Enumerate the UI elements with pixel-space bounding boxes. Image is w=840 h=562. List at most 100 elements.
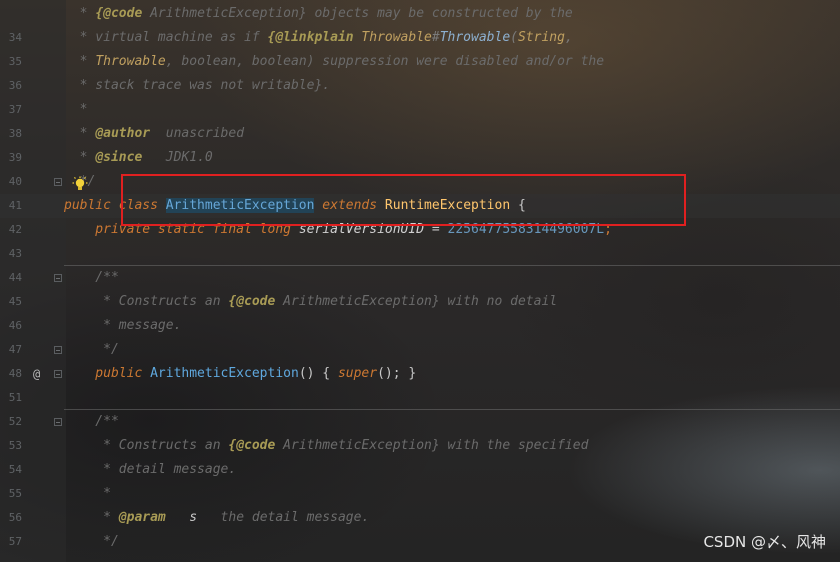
code-token: * <box>64 510 119 525</box>
code-text: * Throwable, boolean, boolean) suppressi… <box>64 50 604 74</box>
line-number: 45 <box>8 295 22 308</box>
code-text: * virtual machine as if {@linkplain Thro… <box>64 26 573 50</box>
code-token: public <box>64 366 151 381</box>
code-editor[interactable]: * {@code ArithmeticException} objects ma… <box>0 0 840 562</box>
line-number: 57 <box>8 535 22 548</box>
line-number: 38 <box>8 127 22 140</box>
code-token: # <box>431 30 440 45</box>
line-number: 35 <box>8 55 22 68</box>
line-number: 51 <box>8 391 22 404</box>
code-token: * Constructs an <box>64 294 229 309</box>
code-token: {@code <box>228 294 276 309</box>
line-number: 44 <box>8 271 22 284</box>
code-line[interactable]: 36 * stack trace was not writable}. <box>0 74 840 98</box>
line-number: 36 <box>8 79 22 92</box>
line-number: 55 <box>8 487 22 500</box>
code-token: serialVersionUID <box>298 222 425 237</box>
code-line[interactable]: 46 * message. <box>0 314 840 338</box>
line-number: 37 <box>8 103 22 116</box>
code-text: * message. <box>64 314 181 338</box>
code-token: @param <box>118 510 166 525</box>
code-line[interactable]: 55 * <box>0 482 840 506</box>
code-token: super <box>337 366 378 381</box>
code-line[interactable]: 40 */ <box>0 170 840 194</box>
code-line[interactable]: 39 * @since JDK1.0 <box>0 146 840 170</box>
line-number: 47 <box>8 343 22 356</box>
code-line[interactable]: 56 * @param s the detail message. <box>0 506 840 530</box>
code-token: ArithmeticException} with the specified <box>275 438 589 453</box>
watermark: CSDN @〆、风神 <box>703 533 826 551</box>
code-line[interactable]: 52 /** <box>0 410 840 434</box>
code-line[interactable]: 41 public class ArithmeticException exten… <box>0 194 840 218</box>
code-text: */ <box>64 338 119 362</box>
code-token: s <box>165 510 198 525</box>
line-number: 43 <box>8 247 22 260</box>
line-number: 52 <box>8 415 22 428</box>
code-line[interactable]: 38 * @author unascribed <box>0 122 840 146</box>
code-token: ArithmeticException} objects may be cons… <box>142 6 573 21</box>
code-token: * <box>64 126 96 141</box>
code-line[interactable]: 51 <box>0 386 840 410</box>
code-token: = <box>424 222 448 237</box>
line-number: 40 <box>8 175 22 188</box>
code-line[interactable]: 34 * virtual machine as if {@linkplain T… <box>0 26 840 50</box>
method-separator <box>64 409 840 410</box>
code-text: public ArithmeticException() { super(); … <box>64 362 416 386</box>
fold-toggle-icon[interactable] <box>54 418 62 426</box>
code-line[interactable]: 53 * Constructs an {@code ArithmeticExce… <box>0 434 840 458</box>
code-token: Throwable <box>95 54 166 69</box>
code-text: * Constructs an {@code ArithmeticExcepti… <box>64 434 588 458</box>
code-line[interactable]: * {@code ArithmeticException} objects ma… <box>0 2 840 26</box>
code-token: * <box>64 486 111 501</box>
fold-toggle-icon[interactable] <box>54 274 62 282</box>
fold-toggle-icon[interactable] <box>54 346 62 354</box>
code-line[interactable]: 43 <box>0 242 840 266</box>
code-line[interactable]: 37 * <box>0 98 840 122</box>
code-token: unascribed <box>150 126 245 141</box>
code-token: * virtual machine as if <box>64 30 268 45</box>
code-line[interactable]: 47 */ <box>0 338 840 362</box>
code-token: {@code <box>228 438 276 453</box>
code-token: /** <box>64 414 119 429</box>
code-token: * stack trace was not writable}. <box>64 78 331 93</box>
code-line[interactable]: 45 * Constructs an {@code ArithmeticExce… <box>0 290 840 314</box>
code-line[interactable]: 35 * Throwable, boolean, boolean) suppre… <box>0 50 840 74</box>
code-line[interactable]: 42 private static final long serialVersi… <box>0 218 840 242</box>
code-token: */ <box>64 534 119 549</box>
fold-toggle-icon[interactable] <box>54 370 62 378</box>
code-text: * @author unascribed <box>64 122 244 146</box>
code-line[interactable]: 44 /** <box>0 266 840 290</box>
code-line[interactable]: 48 public ArithmeticException() { super(… <box>0 362 840 386</box>
lightbulb-icon[interactable] <box>72 176 88 192</box>
code-text: * detail message. <box>64 458 236 482</box>
code-token: */ <box>64 342 119 357</box>
override-gutter-icon[interactable]: @ <box>33 362 40 386</box>
code-token: private static final long <box>64 222 299 237</box>
code-token: Throwable <box>439 30 511 45</box>
code-text: * {@code ArithmeticException} objects ma… <box>64 2 573 26</box>
code-token: @author <box>95 126 151 141</box>
code-text: * Constructs an {@code ArithmeticExcepti… <box>64 290 557 314</box>
code-token: public class <box>64 198 166 213</box>
line-number: 41 <box>8 199 22 212</box>
code-text: * <box>64 482 111 506</box>
code-token: JDK1.0 <box>142 150 213 165</box>
code-token: () { <box>298 366 338 381</box>
code-text: /** <box>64 266 119 290</box>
code-text: * @param s the detail message. <box>64 506 369 530</box>
code-line[interactable]: 54 * detail message. <box>0 458 840 482</box>
line-number: 34 <box>8 31 22 44</box>
code-token: Throwable <box>353 30 432 45</box>
line-number: 39 <box>8 151 22 164</box>
code-token: * Constructs an <box>64 438 229 453</box>
code-text: private static final long serialVersionU… <box>64 218 612 242</box>
code-token: ; <box>604 222 612 237</box>
code-token: ArithmeticException} with no detail <box>275 294 558 309</box>
code-token: /** <box>64 270 119 285</box>
code-token: ArithmeticException <box>150 366 299 381</box>
code-token: { <box>510 198 526 213</box>
line-number: 42 <box>8 223 22 236</box>
fold-toggle-icon[interactable] <box>54 178 62 186</box>
line-number: 46 <box>8 319 22 332</box>
code-token: @since <box>95 150 143 165</box>
